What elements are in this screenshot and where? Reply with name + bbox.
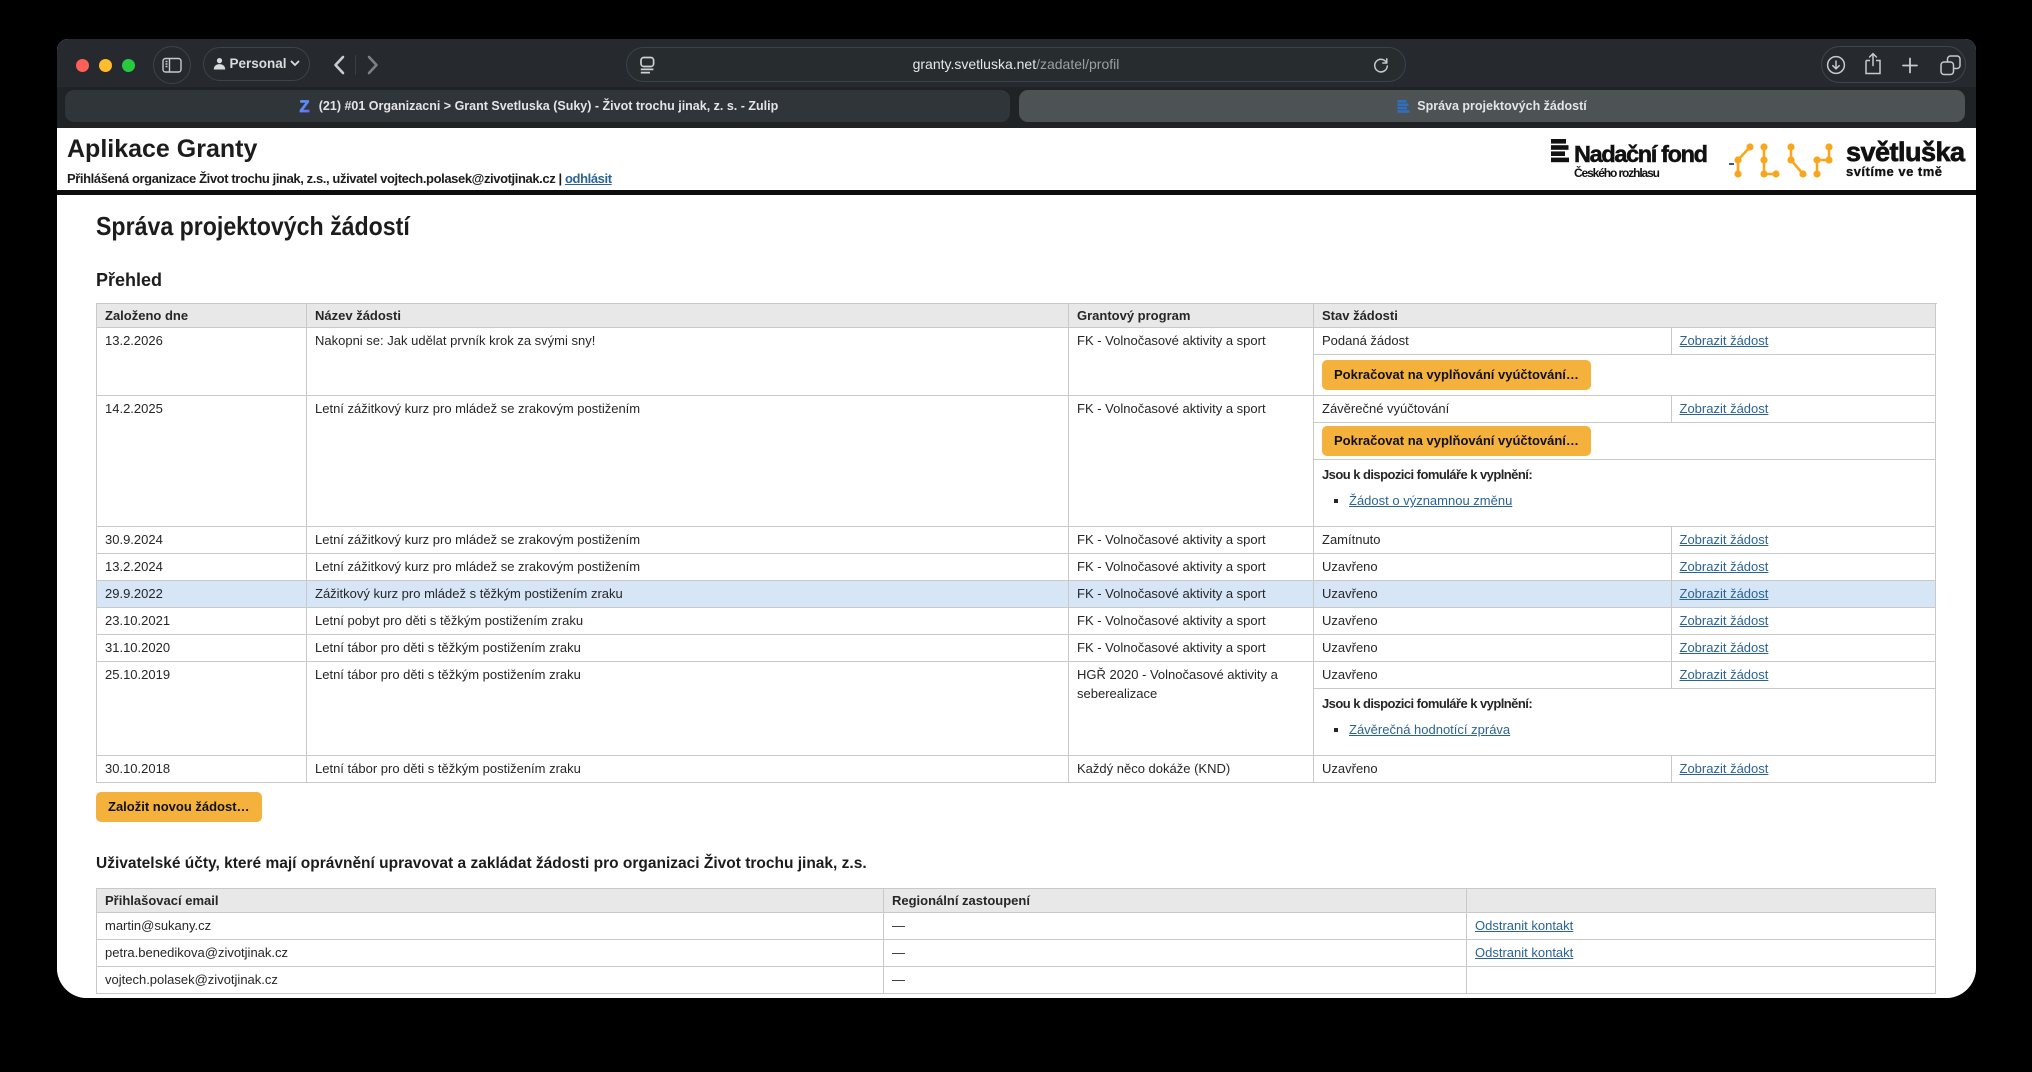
svg-text:Českého rozhlasu: Českého rozhlasu xyxy=(1574,165,1660,180)
svg-text:světluška: světluška xyxy=(1846,137,1966,167)
svg-text:Z: Z xyxy=(299,98,309,114)
svg-text:svítíme ve tmě: svítíme ve tmě xyxy=(1846,164,1942,179)
svg-text:Nadační fond: Nadační fond xyxy=(1574,141,1708,167)
